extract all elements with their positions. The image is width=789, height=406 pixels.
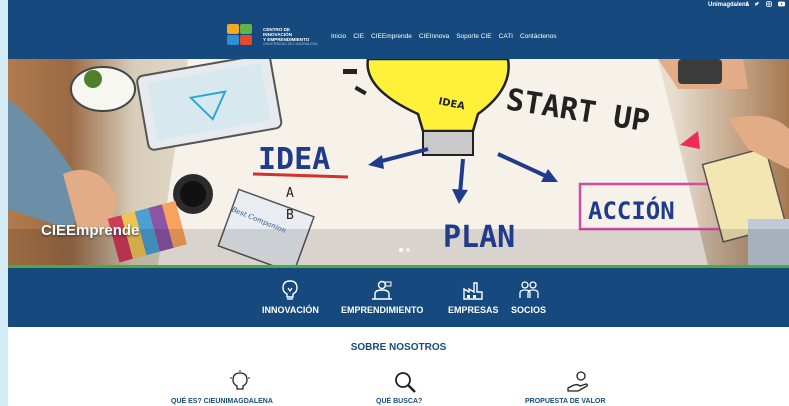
board-word-b: B — [286, 208, 294, 223]
youtube-icon[interactable] — [778, 1, 785, 9]
nav-item-cieemprende[interactable]: CIEEmprende — [371, 33, 412, 40]
nav-item-contactenos[interactable]: Contáctenos — [520, 33, 557, 40]
page: Unimagdalena f CENTRO DE INNOVACIÓN Y EM… — [8, 0, 789, 406]
feature-innovacion-label: INNOVACIÓN — [262, 305, 319, 315]
nav-item-cie[interactable]: CIE — [353, 33, 364, 40]
board-word-a: A — [286, 186, 294, 201]
bulb-icon — [279, 279, 301, 301]
logo-text: CENTRO DE INNOVACIÓN Y EMPRENDIMIENTO UN… — [263, 27, 318, 47]
logo-mark-icon — [227, 24, 257, 50]
board-word-accion: ACCIÓN — [588, 195, 675, 225]
nav-item-inicio[interactable]: Inicio — [331, 33, 346, 40]
feature-socios-label: SOCIOS — [511, 305, 547, 315]
section-title-sobre: SOBRE NOSOTROS — [350, 342, 447, 353]
feature-emprendimiento[interactable]: EMPRENDIMIENTO — [341, 279, 423, 315]
bulb-icon — [228, 370, 252, 394]
slider-dots — [399, 248, 410, 252]
partners-icon — [518, 279, 540, 301]
nav-item-cati[interactable]: CATI — [499, 33, 513, 40]
hero-slider[interactable]: IDEA A B PLAN START UP ACCIÓN IDEA Best … — [8, 59, 789, 265]
sobre-item-que-es[interactable]: QUÉ ES? CIEUNIMAGDALENA — [171, 398, 273, 405]
feature-innovacion[interactable]: INNOVACIÓN — [262, 279, 319, 315]
feature-empresas-label: EMPRESAS — [448, 305, 499, 315]
sobre-item-que-busca[interactable]: QUÉ BUSCA? — [376, 398, 422, 405]
board-word-idea: IDEA — [258, 142, 330, 177]
top-bar: Unimagdalena f — [8, 0, 789, 12]
hero-caption: CIEEmprende — [41, 222, 140, 239]
instagram-icon[interactable] — [766, 1, 772, 9]
twitter-icon[interactable] — [754, 1, 760, 9]
unimagdalena-link[interactable]: Unimagdalena — [708, 2, 749, 8]
factory-icon — [462, 279, 484, 301]
social-links: f — [746, 1, 785, 9]
slider-dot-1[interactable] — [399, 248, 403, 252]
nav-menu: Inicio CIE CIEEmprende CIEInnova Soporte… — [331, 33, 556, 40]
value-hand-icon — [566, 370, 590, 394]
cie-logo[interactable]: CENTRO DE INNOVACIÓN Y EMPRENDIMIENTO UN… — [227, 24, 318, 50]
board-word-plan: PLAN — [443, 220, 515, 255]
feature-socios[interactable]: SOCIOS — [511, 279, 546, 315]
magnifier-icon — [393, 370, 417, 394]
entrepreneur-icon — [371, 279, 393, 301]
logo-line-4: UNIVERSIDAD DEL MAGDALENA — [263, 42, 318, 46]
main-nav: CENTRO DE INNOVACIÓN Y EMPRENDIMIENTO UN… — [8, 12, 789, 59]
slider-dot-2[interactable] — [406, 248, 410, 252]
facebook-icon[interactable]: f — [746, 1, 748, 9]
feature-emprendimiento-label: EMPRENDIMIENTO — [341, 305, 424, 315]
feature-band: INNOVACIÓN EMPRENDIMIENTO EMPRESAS SOCIO… — [8, 265, 789, 327]
nav-item-soporte-cie[interactable]: Soporte CIE — [456, 33, 491, 40]
feature-empresas[interactable]: EMPRESAS — [448, 279, 499, 315]
nav-item-cieinnova[interactable]: CIEInnova — [419, 33, 449, 40]
sobre-item-propuesta[interactable]: PROPUESTA DE VALOR — [525, 398, 605, 405]
